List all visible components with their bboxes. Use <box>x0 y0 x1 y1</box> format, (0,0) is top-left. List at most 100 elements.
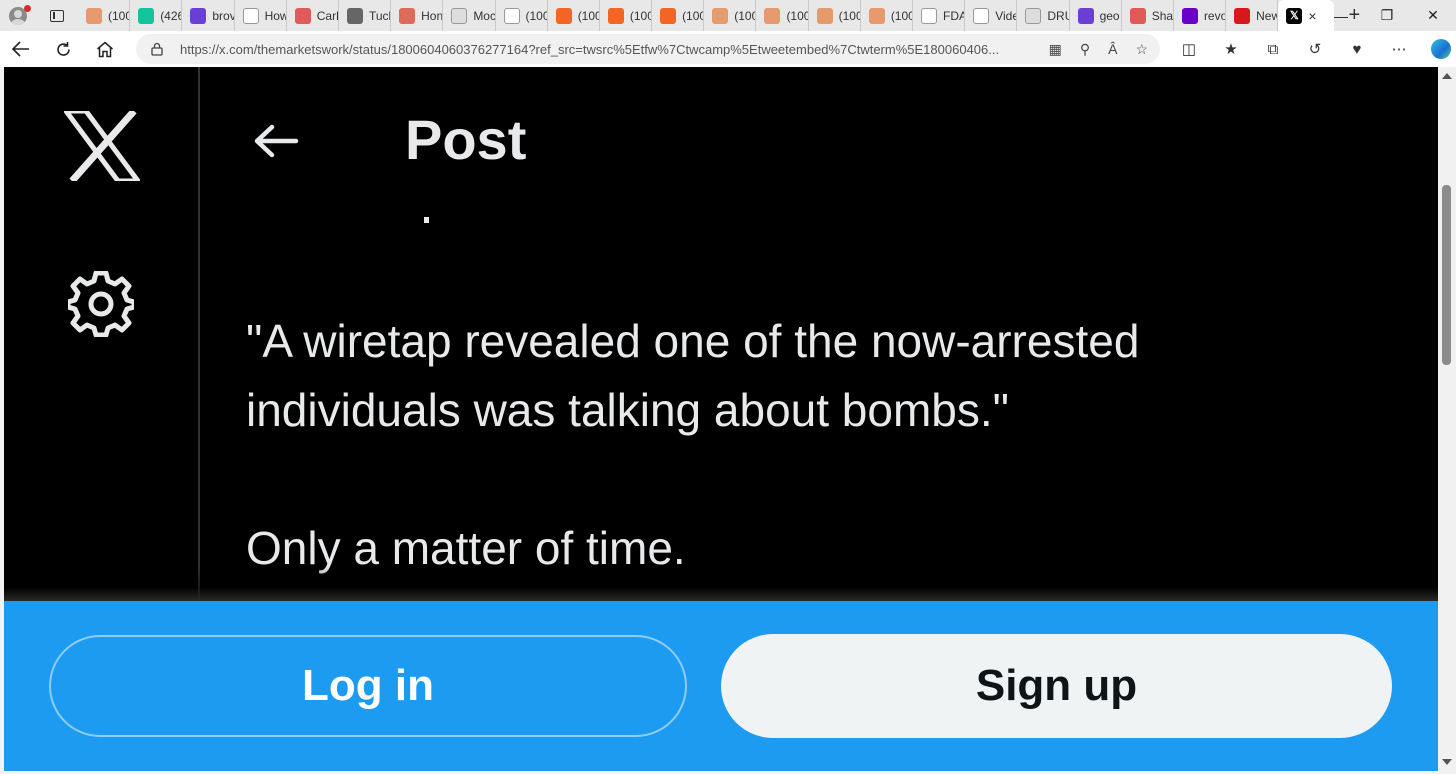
tab[interactable]: (426 <box>130 0 183 31</box>
close-window-button[interactable]: ✕ <box>1410 0 1456 31</box>
tab-label: brov <box>212 8 234 23</box>
tab-label: (100 <box>577 8 599 23</box>
refresh-icon <box>56 41 70 56</box>
page-icon <box>242 7 259 24</box>
browser-essentials-icon[interactable]: ♥ <box>1336 31 1378 67</box>
tab[interactable]: Tuck <box>339 0 392 31</box>
tab[interactable]: How <box>235 0 287 31</box>
tab-label: (100 <box>682 8 703 23</box>
favorite-star-icon[interactable]: ☆ <box>1135 41 1148 58</box>
substack-icon <box>660 7 677 24</box>
login-bar: Log in Sign up <box>4 587 1438 771</box>
yahoo-icon <box>190 7 207 24</box>
tab[interactable]: (100 <box>548 0 600 31</box>
tab-actions-button[interactable] <box>36 0 78 31</box>
substack-icon <box>86 7 102 24</box>
split-screen-icon[interactable]: ◫ <box>1168 31 1210 67</box>
settings-gear-icon[interactable] <box>68 271 134 337</box>
x-logo-icon[interactable] <box>64 111 140 181</box>
drudge-icon <box>1025 7 1042 24</box>
tab-label: Tuck <box>368 8 390 23</box>
x-icon <box>346 7 363 24</box>
collections-icon[interactable]: ⧉ <box>1252 31 1294 67</box>
minimize-button[interactable]: — <box>1318 0 1364 31</box>
scroll-down-icon[interactable] <box>1442 759 1452 765</box>
youtube-icon <box>294 7 311 24</box>
tweet-text: "A wiretap revealed one of the now-arres… <box>246 307 1256 583</box>
tab[interactable]: brov <box>182 0 235 31</box>
scroll-thumb[interactable] <box>1442 185 1451 365</box>
yahoo-icon <box>1077 7 1094 24</box>
tab-label: Moc <box>473 8 495 23</box>
read-aloud-icon[interactable]: Â <box>1108 41 1117 57</box>
tab[interactable]: (100 <box>704 0 757 31</box>
tab[interactable]: (100 <box>861 0 913 31</box>
tab[interactable]: New <box>1226 0 1279 31</box>
more-menu-icon[interactable]: ⋯ <box>1378 31 1420 67</box>
back-button[interactable] <box>0 31 42 67</box>
back-arrow-icon[interactable] <box>252 123 300 159</box>
tab[interactable]: (100 <box>756 0 809 31</box>
refresh-button[interactable] <box>42 31 84 67</box>
tab[interactable]: (100 <box>652 0 705 31</box>
url-text[interactable]: https://x.com/themarketswork/status/1800… <box>180 42 1010 57</box>
substack-icon <box>712 7 729 24</box>
tab-label: How <box>264 8 286 23</box>
restore-button[interactable]: ❐ <box>1364 0 1410 31</box>
lock-icon <box>151 42 163 56</box>
copilot-icon[interactable] <box>1431 39 1451 59</box>
substack-icon <box>555 7 572 24</box>
signup-button[interactable]: Sign up <box>721 634 1392 738</box>
tab[interactable]: FDA <box>913 0 966 31</box>
tab[interactable]: Carl <box>287 0 339 31</box>
tab[interactable]: revo <box>1174 0 1227 31</box>
history-icon[interactable]: ↺ <box>1294 31 1336 67</box>
tab-label: revo <box>1203 8 1226 23</box>
tab[interactable]: geo <box>1070 0 1122 31</box>
window-controls: — ❐ ✕ <box>1318 0 1456 31</box>
tab[interactable]: DRU <box>1017 0 1070 31</box>
substack-icon <box>607 7 624 24</box>
favorites-icon[interactable]: ★ <box>1210 31 1252 67</box>
login-button[interactable]: Log in <box>49 635 687 737</box>
tab-label: FDA <box>943 8 964 23</box>
back-icon <box>12 41 29 57</box>
tab[interactable]: (100 <box>496 0 548 31</box>
tab-actions-icon <box>50 9 64 22</box>
substack-icon <box>868 7 885 24</box>
tab[interactable]: Moc <box>443 0 496 31</box>
tab[interactable]: (100 <box>600 0 653 31</box>
podcast-icon <box>399 7 416 24</box>
tweet-line: individuals was talking about bombs." <box>246 384 1009 436</box>
tab-label: Carl <box>316 8 338 23</box>
tab-label: (100 <box>629 8 651 23</box>
scroll-up-icon[interactable] <box>1442 73 1452 79</box>
address-bar[interactable]: https://x.com/themarketswork/status/1800… <box>136 34 1160 64</box>
tab-list: (100 (426 brov How Carl Tuck Hon Moc (100 (100 (10… <box>78 0 1279 31</box>
home-button[interactable] <box>84 31 126 67</box>
page-viewport: "A wiretap revealed one of the now-arres… <box>4 67 1438 771</box>
tab-label: New <box>1256 8 1277 23</box>
grammarly-icon <box>138 7 155 24</box>
substack-icon <box>764 7 781 24</box>
tab-label: Hon <box>421 8 443 23</box>
yahoo-icon <box>1181 7 1198 24</box>
profile-button[interactable] <box>0 0 36 31</box>
tab[interactable]: (100 <box>78 0 131 31</box>
tab-label: (100 <box>108 8 129 23</box>
tab-label: Sha <box>1151 8 1173 23</box>
tab[interactable]: (100 <box>809 0 861 31</box>
page-scrollbar[interactable] <box>1438 67 1456 771</box>
tab-label: DRU <box>1047 8 1068 23</box>
tab-label: (100 <box>890 8 912 23</box>
tab[interactable]: Vide <box>965 0 1018 31</box>
tab-label: (100 <box>734 8 755 23</box>
address-bar-actions: ▦ ⚲ Â ☆ <box>1049 34 1148 64</box>
tab[interactable]: Hon <box>391 0 444 31</box>
zoom-icon[interactable]: ⚲ <box>1080 41 1090 58</box>
tab[interactable]: Sha <box>1122 0 1174 31</box>
youtube-icon <box>1129 7 1146 24</box>
x-icon: 𝕏 <box>1286 7 1303 24</box>
app-available-icon[interactable]: ▦ <box>1049 41 1062 58</box>
close-tab-icon[interactable]: × <box>1308 8 1316 24</box>
